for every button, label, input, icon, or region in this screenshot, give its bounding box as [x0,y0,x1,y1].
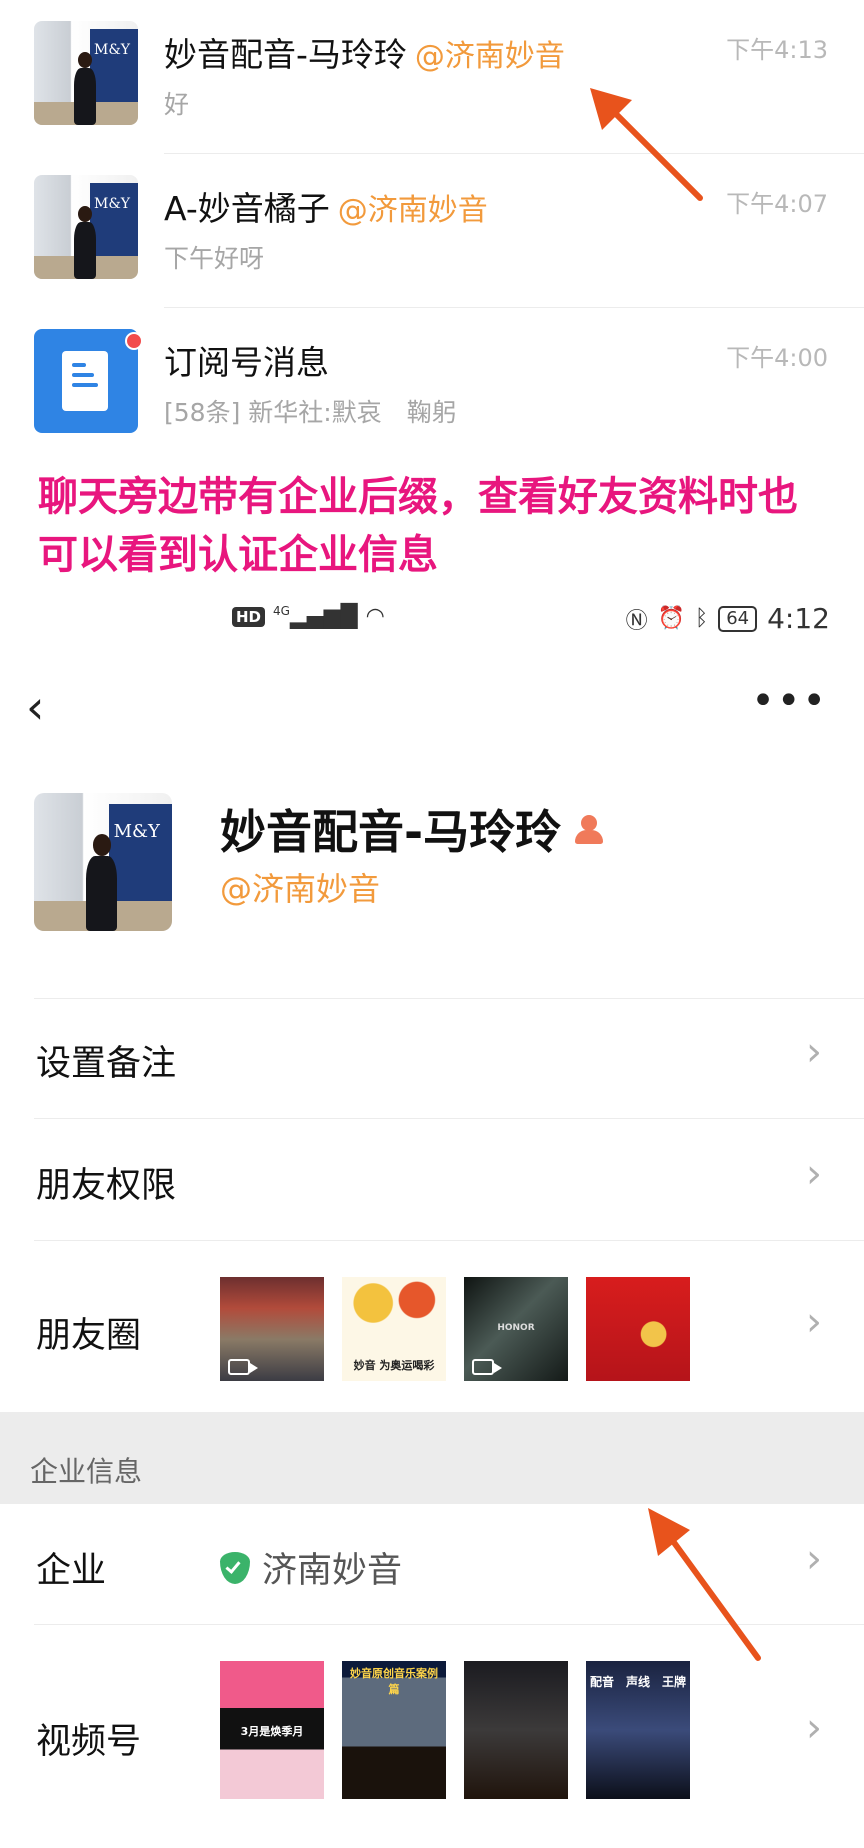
wifi-icon: ◠ [365,604,385,630]
video-icon [228,1359,258,1375]
thumb-caption: 3月是焕季月 [240,1725,304,1738]
section-header: 企业信息 [0,1412,864,1504]
chat-name: A-妙音橘子 @济南妙音 [164,189,488,228]
chevron-right-icon: › [806,1299,822,1345]
signal-icon: 4G▂▄▆█ [273,604,358,630]
avatar-sign-text: M&Y [93,42,131,59]
profile-corp: @济南妙音 [220,870,381,908]
row-label: 设置备注 [36,1044,177,1084]
set-remark-row[interactable]: 设置备注 › [34,998,864,1118]
row-label: 视频号 [36,1722,142,1762]
moments-thumb[interactable] [586,1277,690,1381]
avatar-sign-text: M&Y [113,821,160,843]
channel-thumb[interactable]: 配音 声线 王牌 [586,1661,690,1799]
channel-thumb[interactable]: 3月是焕季月 [220,1661,324,1799]
thumb-caption: HONOR [497,1323,535,1333]
more-dots-icon: ••• [751,678,828,724]
female-icon [573,813,605,845]
chat-name: 妙音配音-马玲玲 @济南妙音 [164,35,565,74]
channel-thumb[interactable] [464,1661,568,1799]
thumb-caption: 妙音 为奥运喝彩 [353,1359,435,1372]
verified-shield-icon [220,1551,250,1584]
chat-time: 下午4:13 [726,36,828,64]
avatar: M&Y [34,21,138,125]
chevron-right-icon: › [806,1151,822,1197]
row-label: 朋友权限 [36,1166,177,1206]
moments-thumb[interactable]: HONOR [464,1277,568,1381]
chevron-right-icon: › [806,1705,822,1751]
company-value: 济南妙音 [220,1542,402,1593]
avatar: M&Y [34,175,138,279]
chat-preview: 下午好呀 [164,244,265,273]
chat-time: 下午4:07 [726,190,828,218]
chat-preview: 好 [164,90,190,119]
more-button[interactable]: ••• [751,678,828,724]
annotation-arrow-icon [590,88,703,201]
moments-thumb[interactable] [220,1277,324,1381]
unread-dot-icon [125,332,143,350]
subscription-icon [34,329,138,433]
battery-icon: 64 [718,605,758,632]
thumb-caption: 妙音原创音乐案例篇 [350,1667,438,1696]
video-icon [472,1359,502,1375]
back-button[interactable]: ‹ [26,680,44,734]
profile-name: 妙音配音-马玲玲 [220,796,605,862]
hd-icon: HD [232,606,266,627]
corp-suffix: @济南妙音 [414,39,565,74]
profile-avatar[interactable]: M&Y [34,793,172,931]
annotation-arrow-icon [648,1508,761,1661]
annotation-caption: 聊天旁边带有企业后缀，查看好友资料时也 可以看到认证企业信息 [38,473,798,578]
moments-row[interactable]: 朋友圈 妙音 为奥运喝彩 HONOR › [34,1240,864,1412]
alarm-icon: ⏰ [657,606,685,631]
chat-name: 订阅号消息 [164,343,329,382]
chevron-right-icon: › [806,1536,822,1582]
clock: 4:12 [767,602,830,635]
chevron-left-icon: ‹ [26,680,45,734]
corp-suffix: @济南妙音 [337,193,488,228]
section-title: 企业信息 [30,1455,143,1488]
row-label: 朋友圈 [36,1316,142,1356]
moments-thumb[interactable]: 妙音 为奥运喝彩 [342,1277,446,1381]
status-bar: HD 4G▂▄▆█ ◠ Ⓝ ⏰ ᛒ 64 4:12 [0,600,864,640]
chat-preview: [58条] 新华社:默哀 鞠躬 [164,398,457,427]
bluetooth-icon: ᛒ [695,606,709,631]
chevron-right-icon: › [806,1029,822,1075]
row-label: 企业 [36,1551,107,1591]
chat-item-maling[interactable]: M&Y 妙音配音-马玲玲 @济南妙音 下午4:13 好 [0,0,864,154]
chat-item-juzi[interactable]: M&Y A-妙音橘子 @济南妙音 下午4:07 下午好呀 [0,154,864,308]
channel-thumb[interactable]: 妙音原创音乐案例篇 [342,1661,446,1799]
avatar-sign-text: M&Y [93,196,131,213]
chat-item-subscriptions[interactable]: 订阅号消息 下午4:00 [58条] 新华社:默哀 鞠躬 [0,308,864,462]
thumb-caption: 配音 声线 王牌 [590,1675,687,1689]
nfc-icon: Ⓝ [625,608,648,634]
chat-time: 下午4:00 [726,344,828,372]
friend-permission-row[interactable]: 朋友权限 › [34,1118,864,1240]
